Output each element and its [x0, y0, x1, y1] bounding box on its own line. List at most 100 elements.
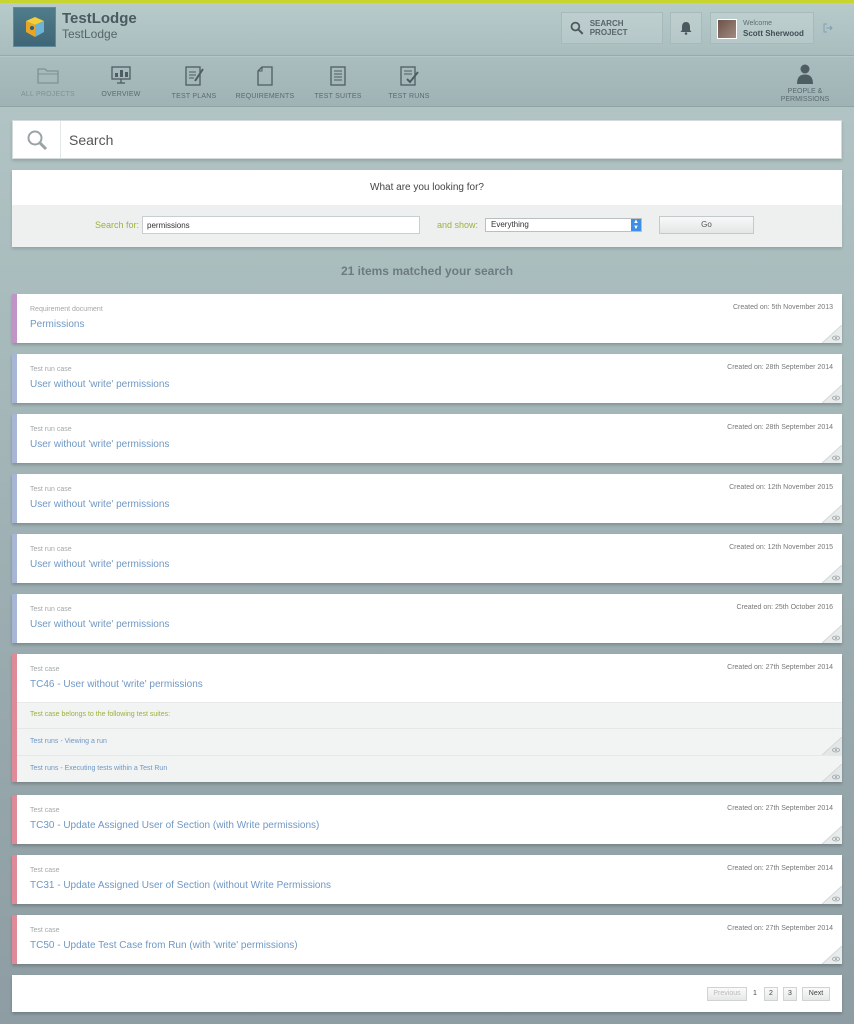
- page-2-button[interactable]: 2: [764, 987, 778, 1001]
- result-title[interactable]: User without 'write' permissions: [30, 379, 169, 390]
- result-title[interactable]: User without 'write' permissions: [30, 619, 169, 630]
- show-select[interactable]: Everything ▲ ▼: [485, 218, 642, 232]
- view-eye-icon[interactable]: [822, 764, 842, 782]
- folder-icon: [37, 68, 59, 84]
- result-card[interactable]: Requirement document Permissions Created…: [12, 294, 842, 343]
- suites-heading: Test case belongs to the following test …: [30, 711, 171, 718]
- results-count: 21 items matched your search: [340, 264, 514, 278]
- result-date: Created on: 27th September 2014: [727, 805, 833, 812]
- document-icon: [257, 66, 273, 86]
- view-eye-icon[interactable]: [822, 505, 842, 523]
- result-title[interactable]: User without 'write' permissions: [30, 499, 169, 510]
- result-type: Test case: [30, 807, 60, 814]
- suite-link[interactable]: Test runs - Viewing a run: [30, 738, 107, 745]
- suites-heading-row: Test case belongs to the following test …: [17, 702, 842, 728]
- view-eye-icon[interactable]: [822, 737, 842, 755]
- nav-label: PEOPLE & PERMISSIONS: [780, 88, 830, 103]
- result-date: Created on: 27th September 2014: [727, 664, 833, 671]
- nav-test-runs[interactable]: TEST RUNS: [380, 57, 438, 107]
- result-card[interactable]: Test case TC30 - Update Assigned User of…: [12, 795, 842, 844]
- bell-icon: [680, 22, 692, 35]
- checklist-icon: [400, 66, 419, 86]
- result-card[interactable]: Test run case User without 'write' permi…: [12, 414, 842, 463]
- result-card[interactable]: Test run case User without 'write' permi…: [12, 594, 842, 643]
- app-title: TestLodge: [62, 10, 137, 27]
- logout-icon: [823, 23, 833, 33]
- view-eye-icon[interactable]: [822, 385, 842, 403]
- nav-test-plans[interactable]: TEST PLANS: [164, 57, 224, 107]
- search-icon-cell: [13, 121, 61, 158]
- next-page-button[interactable]: Next: [802, 987, 830, 1001]
- nav-all-projects[interactable]: ALL PROJECTS: [18, 57, 78, 107]
- previous-page-button: Previous: [707, 987, 747, 1001]
- view-eye-icon[interactable]: [822, 826, 842, 844]
- nav-label: REQUIREMENTS: [235, 93, 295, 100]
- welcome-label: Welcome: [743, 20, 773, 27]
- view-eye-icon[interactable]: [822, 946, 842, 964]
- result-date: Created on: 28th September 2014: [727, 364, 833, 371]
- result-card[interactable]: Test case TC50 - Update Test Case from R…: [12, 915, 842, 964]
- result-title[interactable]: User without 'write' permissions: [30, 559, 169, 570]
- page-title: Search: [69, 132, 114, 148]
- pagination: Previous 1 2 3 Next: [12, 975, 842, 1012]
- result-type: Test run case: [30, 366, 72, 373]
- search-panel: What are you looking for? Search for: pe…: [12, 170, 842, 247]
- result-type: Test run case: [30, 426, 72, 433]
- view-eye-icon[interactable]: [822, 445, 842, 463]
- nav-label: TEST RUNS: [388, 93, 430, 100]
- result-title[interactable]: TC46 - User without 'write' permissions: [30, 679, 203, 690]
- nav-people-permissions[interactable]: PEOPLE & PERMISSIONS: [774, 57, 836, 107]
- result-date: Created on: 25th October 2016: [736, 604, 833, 611]
- suite-row[interactable]: Test runs - Viewing a run: [17, 728, 842, 755]
- result-type: Test run case: [30, 606, 72, 613]
- notifications-button[interactable]: [670, 12, 702, 44]
- nav-test-suites[interactable]: TEST SUITES: [308, 57, 368, 107]
- result-title[interactable]: Permissions: [30, 319, 84, 330]
- nav-label: TEST PLANS: [171, 93, 217, 100]
- nav-overview[interactable]: OVERVIEW: [92, 57, 150, 107]
- result-type: Test case: [30, 867, 60, 874]
- user-name: Scott Sherwood: [743, 29, 804, 38]
- and-show-label: and show:: [437, 220, 479, 230]
- result-title[interactable]: User without 'write' permissions: [30, 439, 169, 450]
- nav-label: ALL PROJECTS: [21, 91, 75, 98]
- result-type: Test run case: [30, 486, 72, 493]
- nav-label: OVERVIEW: [101, 91, 141, 98]
- result-title[interactable]: TC30 - Update Assigned User of Section (…: [30, 820, 319, 831]
- avatar: [717, 19, 737, 39]
- result-date: Created on: 5th November 2013: [732, 304, 833, 311]
- suite-link[interactable]: Test runs - Executing tests within a Tes…: [30, 765, 167, 772]
- result-title[interactable]: TC31 - Update Assigned User of Section (…: [30, 880, 331, 891]
- result-card[interactable]: Test run case User without 'write' permi…: [12, 534, 842, 583]
- view-eye-icon[interactable]: [822, 886, 842, 904]
- result-title[interactable]: TC50 - Update Test Case from Run (with '…: [30, 940, 298, 951]
- search-project-button[interactable]: SEARCH PROJECT: [561, 12, 663, 44]
- result-date: Created on: 28th September 2014: [727, 424, 833, 431]
- user-menu[interactable]: Welcome Scott Sherwood: [710, 12, 814, 44]
- page-3-button[interactable]: 3: [783, 987, 797, 1001]
- result-card[interactable]: Test case TC31 - Update Assigned User of…: [12, 855, 842, 904]
- view-eye-icon[interactable]: [822, 625, 842, 643]
- result-type: Requirement document: [30, 306, 103, 313]
- search-input[interactable]: permissions: [142, 216, 420, 234]
- result-card[interactable]: Test run case User without 'write' permi…: [12, 354, 842, 403]
- nav-label: TEST SUITES: [314, 93, 362, 100]
- search-for-label: Search for:: [95, 220, 140, 230]
- app-logo[interactable]: [13, 7, 56, 47]
- view-eye-icon[interactable]: [822, 325, 842, 343]
- result-card[interactable]: Test run case User without 'write' permi…: [12, 474, 842, 523]
- result-date: Created on: 27th September 2014: [727, 865, 833, 872]
- search-header: Search: [12, 120, 842, 159]
- result-card[interactable]: Test case TC46 - User without 'write' pe…: [12, 654, 842, 782]
- edit-document-icon: [185, 66, 204, 86]
- result-date: Created on: 12th November 2015: [729, 484, 833, 491]
- suite-row[interactable]: Test runs - Executing tests within a Tes…: [17, 755, 842, 782]
- search-question: What are you looking for?: [370, 182, 484, 193]
- result-date: Created on: 12th November 2015: [729, 544, 833, 551]
- person-icon: [797, 64, 813, 84]
- logo-icon: [25, 17, 44, 37]
- go-button[interactable]: Go: [659, 216, 754, 234]
- logout-button[interactable]: [816, 12, 840, 44]
- nav-requirements[interactable]: REQUIREMENTS: [232, 57, 298, 107]
- view-eye-icon[interactable]: [822, 565, 842, 583]
